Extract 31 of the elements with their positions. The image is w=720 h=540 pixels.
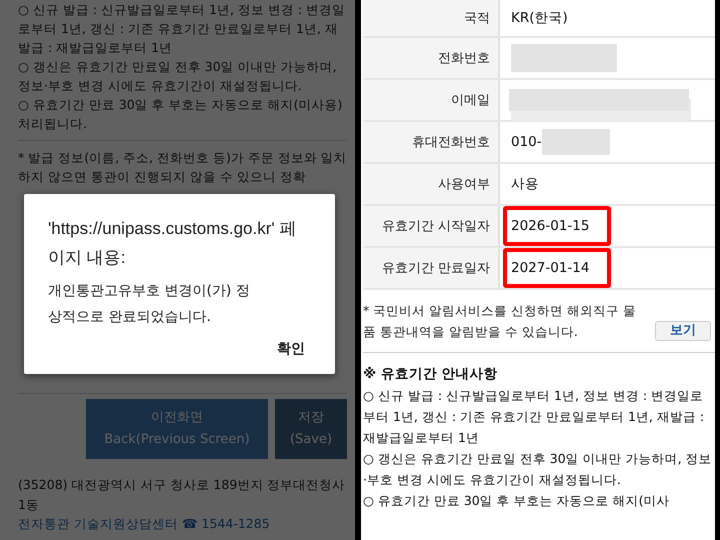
notice-text: ○ 신규 발급 : 신규발급일로부터 1년, 정보 변경 : 변경일로부터 1년, 갱신 : 기존 유효기간 만료일로부터 1년, 재발급 : 재발급일로부터 1년 [363, 387, 706, 447]
back-button[interactable]: 이전화면 Back(Previous Screen) [86, 399, 268, 459]
view-button[interactable]: 보기 [655, 321, 711, 341]
field-value: 010- [510, 134, 542, 150]
helpdesk-link[interactable]: 전자통관 기술지원상담센터 [18, 516, 178, 531]
field-value: KR(한국) [510, 9, 569, 27]
notice-text: ○ 갱신은 유효기간 만료일 전후 30일 이내만 가능하며, 정보·부호 변경 시에도 유효기간이 재설정됩니다. [363, 450, 713, 489]
address-text: (35208) 대전광역시 서구 청사로 189번지 정부대전청사 1동 [18, 476, 346, 514]
field-label: 국적 [363, 0, 500, 36]
save-button[interactable]: 저장 (Save) [275, 399, 347, 459]
redacted-value [542, 129, 610, 155]
notice-text: ○ 갱신은 유효기간 만료일 전후 30일 이내만 가능하며, 정보·부호 변경 시에도 유효기간이 재설정됩니다. [18, 58, 338, 95]
field-value: 2027-01-14 [510, 260, 590, 276]
dialog-message: 개인통관고유부호 변경이(가) 정상적으로 완료되었습니다. [48, 282, 251, 327]
phone-number: ☎ 1544-1285 [182, 516, 270, 531]
field-label: 유효기간 시작일자 [363, 206, 500, 246]
note-text: * 국민비서 알림서비스를 신청하면 해외직구 물품 통관내역을 알림받을 수 있습니다. [363, 302, 638, 341]
notice-text: ○ 유효기간 만료 30일 후 부호는 자동으로 해지(미사용) 처리됩니다. [18, 96, 344, 133]
notice-title: ※ 유효기간 안내사항 [363, 365, 499, 384]
dialog-title: 'https://unipass.customs.go.kr' 페이지 내용: [48, 218, 298, 269]
notice-text: ○ 유효기간 만료 30일 후 부호는 자동으로 해지(미사 [363, 492, 671, 510]
field-value: 2026-01-15 [510, 218, 590, 234]
warning-text: * 발급 정보(이름, 주소, 전화번호 등)가 주문 정보와 일치하지 않으면 통관이 진행되지 않을 수 있으니 정확 [18, 149, 347, 186]
field-label: 이메일 [363, 80, 500, 120]
notice-text: ○ 신규 발급 : 신규발급일로부터 1년, 정보 변경 : 변경일로부터 1년, 갱신 : 기존 유효기간 만료일로부터 1년, 재발급 : 재발급일로부터 1년 [18, 1, 346, 57]
confirm-button[interactable]: 확인 [271, 336, 311, 362]
field-label: 유효기간 만료일자 [363, 248, 500, 288]
field-label: 전화번호 [363, 38, 500, 78]
field-label: 휴대전화번호 [363, 122, 500, 162]
field-value: 사용 [510, 175, 540, 193]
field-label: 사용여부 [363, 164, 500, 204]
